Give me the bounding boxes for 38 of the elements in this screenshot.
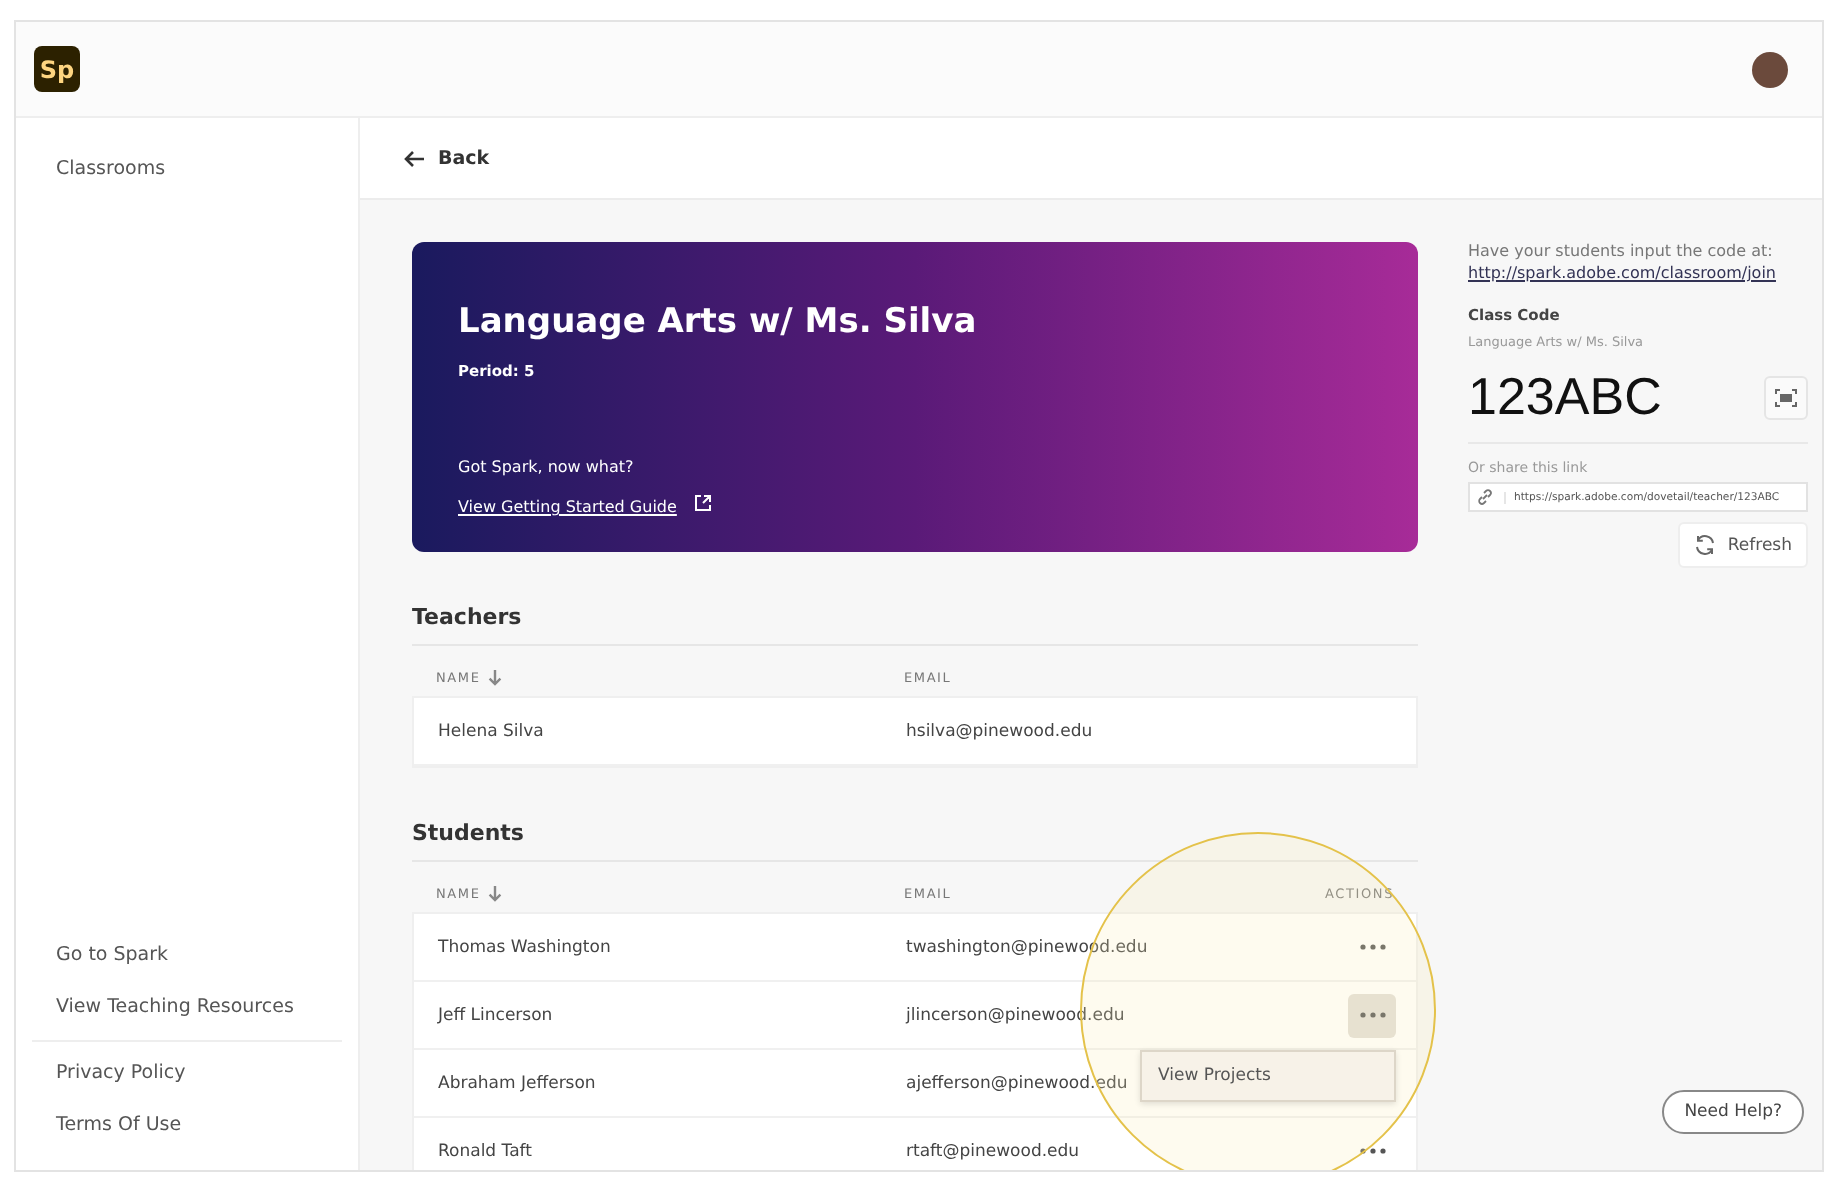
external-link-icon [693,494,712,512]
guide-link[interactable]: View Getting Started Guide [458,498,677,516]
section-heading: Teachers [412,604,1418,646]
table-cell: Helena Silva [438,721,544,741]
back-button[interactable]: Back [400,143,494,173]
refresh-button[interactable]: Refresh [1677,522,1808,568]
table-cell: Abraham Jefferson [438,1073,596,1093]
more-icon [1359,1148,1385,1154]
fullscreen-button[interactable] [1764,375,1808,419]
table-cell: Jeff Lincerson [438,1005,553,1025]
more-actions-button[interactable] [1348,993,1396,1037]
class-code: 123ABC [1468,366,1662,428]
sort-arrow-icon [488,886,503,902]
back-arrow-icon [404,149,426,167]
class-title: Language Arts w/ Ms. Silva [458,302,979,342]
help-button[interactable]: Need Help? [1662,1090,1804,1134]
table-cell: rtaft@pinewood.edu [906,1141,1080,1161]
user-avatar[interactable] [1752,51,1788,87]
sort-arrow-icon [488,670,503,686]
menu-item[interactable]: View Projects [1142,1051,1394,1099]
sidebar-link[interactable]: Go to Spark [56,940,169,972]
sidebar-link[interactable]: View Teaching Resources [56,992,294,1024]
section-heading: Students [412,820,1418,862]
guide-prompt: Got Spark, now what? [458,458,636,476]
table-cell: Thomas Washington [438,937,611,957]
more-icon [1359,944,1385,950]
refresh-icon [1693,534,1716,556]
table-cell: Ronald Taft [438,1141,532,1161]
join-link[interactable]: http://spark.adobe.com/classroom/join [1468,264,1808,282]
sidebar-link[interactable]: Privacy Policy [56,1058,186,1090]
app-logo[interactable]: Sp [34,46,80,92]
sidebar-item[interactable]: Classrooms [56,154,166,186]
more-icon [1359,1012,1385,1018]
link-icon [1476,488,1494,506]
join-instruction: Have your students input the code at: [1468,242,1775,260]
sidebar-link[interactable]: Terms Of Use [56,1110,182,1142]
fullscreen-icon [1774,387,1798,407]
table-cell: hsilva@pinewood.edu [906,721,1093,741]
